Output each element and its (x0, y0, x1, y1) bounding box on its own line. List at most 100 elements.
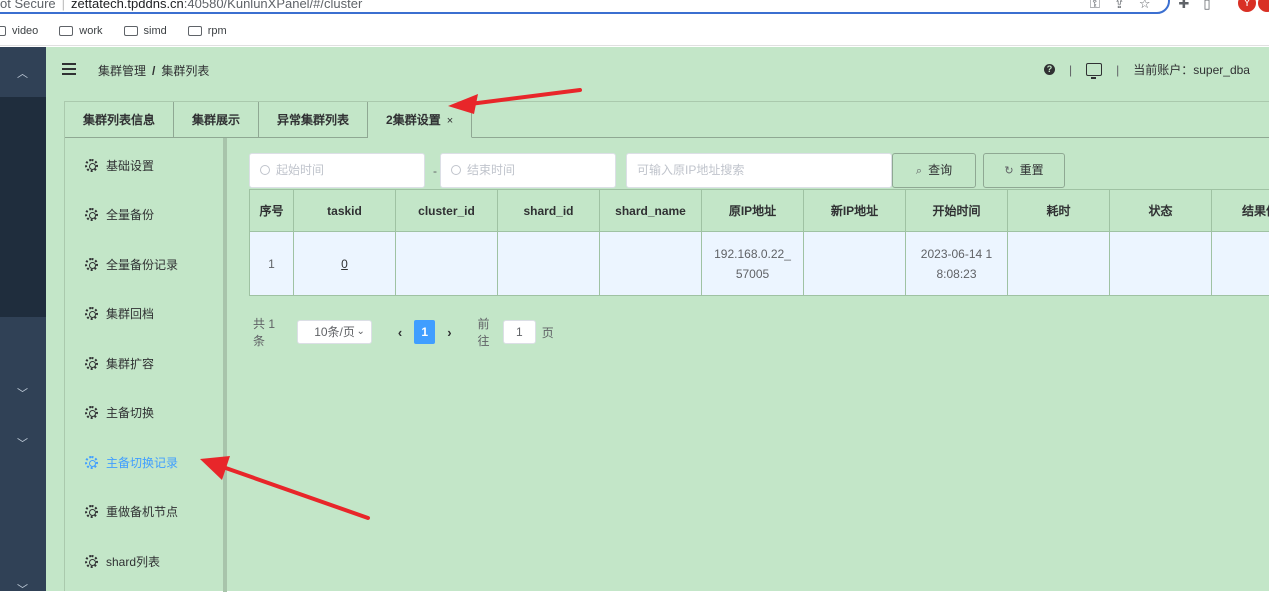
star-icon[interactable]: ☆ (1139, 0, 1151, 12)
menu-item-basic-settings[interactable]: 基础设置 (85, 155, 154, 175)
page-size-select[interactable]: 10条/页⌄ (297, 320, 372, 344)
gear-icon (85, 258, 98, 271)
col-header-cluster-id[interactable]: cluster_id (396, 190, 498, 232)
table-row[interactable]: 1 0 192.168.0.22_ 57005 2023-06-14 1 8:0… (250, 232, 1269, 296)
clock-icon (451, 165, 461, 175)
col-header-taskid[interactable]: taskid (294, 190, 396, 232)
bookmark-rpm[interactable]: rpm (188, 25, 227, 37)
tab-cluster-display[interactable]: 集群展示 (174, 102, 259, 138)
menu-item-failover-records[interactable]: 主备切换记录 (85, 452, 178, 472)
chevron-down-icon[interactable]: ﹀ (17, 435, 28, 451)
gear-icon (85, 505, 98, 518)
navbar-right: ? | | 当前账户：super_dba (1044, 61, 1250, 78)
extensions-icon[interactable]: ✚ (1178, 0, 1189, 12)
goto-page-input[interactable]: 1 (503, 320, 536, 344)
help-icon[interactable]: ? (1044, 64, 1055, 75)
col-header-result[interactable]: 结果信 (1212, 190, 1269, 232)
monitor-icon[interactable] (1086, 63, 1102, 76)
col-header-new-ip[interactable]: 新IP地址 (804, 190, 906, 232)
ip-search-input[interactable]: 可输入原IP地址搜索 (626, 153, 892, 188)
security-label: ot Secure (0, 0, 56, 11)
col-header-duration[interactable]: 耗时 (1008, 190, 1110, 232)
cell-taskid: 0 (294, 232, 396, 296)
col-header-shard-id[interactable]: shard_id (498, 190, 600, 232)
bookmark-simd[interactable]: simd (124, 25, 167, 37)
breadcrumb: 集群管理/集群列表 (98, 62, 209, 79)
folder-icon (124, 26, 138, 36)
menu-item-full-backup-records[interactable]: 全量备份记录 (85, 254, 178, 274)
records-table: 序号 taskid cluster_id shard_id shard_name… (249, 189, 1269, 296)
cell-start-time: 2023-06-14 1 8:08:23 (906, 232, 1008, 296)
cell-index: 1 (250, 232, 294, 296)
next-page-icon[interactable]: › (447, 325, 451, 340)
profile-avatar[interactable]: Y (1238, 0, 1256, 12)
search-icon: ⌕ (916, 155, 922, 188)
browser-address-bar[interactable]: ot Secure|zettatech.tpddns.cn:40580/Kunl… (0, 0, 1269, 17)
menu-item-shard-list[interactable]: shard列表 (85, 551, 160, 571)
bookmark-video[interactable]: video (0, 25, 38, 37)
refresh-icon: ↻ (1004, 155, 1013, 188)
folder-icon (0, 26, 6, 36)
bookmarks-bar: video work simd rpm (0, 17, 1269, 46)
prev-page-icon[interactable]: ‹ (398, 325, 402, 340)
sidepanel-icon[interactable]: ▯ (1203, 0, 1210, 12)
gear-icon (85, 357, 98, 370)
cell-status (1110, 232, 1212, 296)
col-header-status[interactable]: 状态 (1110, 190, 1212, 232)
range-separator: - (433, 164, 437, 178)
chevron-up-icon[interactable]: ︿ (17, 65, 28, 81)
total-count: 共 1 条 (253, 315, 283, 349)
key-icon[interactable]: ⚿ (1090, 0, 1100, 12)
navbar: 集群管理/集群列表 ? | | 当前账户：super_dba (46, 47, 1269, 92)
chevron-down-icon[interactable]: ﹀ (17, 581, 28, 597)
breadcrumb-current: 集群列表 (161, 64, 209, 78)
url-host: zettatech.tpddns.cn (71, 0, 184, 11)
menu-item-rebuild-replica[interactable]: 重做备机节点 (85, 501, 178, 521)
menu-item-failover[interactable]: 主备切换 (85, 402, 154, 422)
folder-icon (59, 26, 73, 36)
cell-new-ip (804, 232, 906, 296)
settings-menu: 基础设置 全量备份 全量备份记录 集群回档 集群扩容 主备切换 主备切换记录 重… (65, 138, 227, 592)
search-button[interactable]: ⌕查询 (892, 153, 976, 188)
col-header-start-time[interactable]: 开始时间 (906, 190, 1008, 232)
gear-icon (85, 159, 98, 172)
chevron-down-icon[interactable]: ﹀ (17, 385, 28, 401)
cell-orig-ip: 192.168.0.22_ 57005 (702, 232, 804, 296)
profile-badge[interactable] (1258, 0, 1269, 12)
gear-icon (85, 555, 98, 568)
clock-icon (260, 165, 270, 175)
col-header-shard-name[interactable]: shard_name (600, 190, 702, 232)
chevron-down-icon: ⌄ (356, 321, 364, 343)
account-label: 当前账户：super_dba (1133, 61, 1250, 78)
gear-icon (85, 456, 98, 469)
cell-result (1212, 232, 1269, 296)
main-area: 集群管理/集群列表 ? | | 当前账户：super_dba 集群列表信息 集群… (46, 47, 1269, 591)
cell-shard-id (498, 232, 600, 296)
app-sidebar: ︿ ﹀ ﹀ ﹀ (0, 47, 46, 591)
table-header-row: 序号 taskid cluster_id shard_id shard_name… (250, 190, 1269, 232)
pagination: 共 1 条 10条/页⌄ ‹ 1 › 前往 1 页 (253, 315, 554, 349)
breadcrumb-parent[interactable]: 集群管理 (98, 64, 146, 78)
tab-abnormal-clusters[interactable]: 异常集群列表 (259, 102, 368, 138)
share-icon[interactable]: ⇪ (1114, 0, 1125, 12)
close-icon[interactable]: × (447, 115, 453, 127)
page-unit-label: 页 (542, 324, 554, 341)
menu-item-full-backup[interactable]: 全量备份 (85, 204, 154, 224)
menu-toggle-icon[interactable] (62, 63, 76, 75)
tab-cluster-list-info[interactable]: 集群列表信息 (65, 102, 174, 138)
menu-item-cluster-rollback[interactable]: 集群回档 (85, 303, 154, 323)
col-header-index: 序号 (250, 190, 294, 232)
tab-cluster-settings[interactable]: 2集群设置× (368, 102, 472, 138)
col-header-orig-ip[interactable]: 原IP地址 (702, 190, 804, 232)
goto-label: 前往 (478, 315, 497, 349)
cell-duration (1008, 232, 1110, 296)
menu-item-cluster-expand[interactable]: 集群扩容 (85, 353, 154, 373)
page-number-current[interactable]: 1 (414, 320, 435, 344)
url-text[interactable]: ot Secure|zettatech.tpddns.cn:40580/Kunl… (0, 0, 362, 11)
cell-shard-name (600, 232, 702, 296)
bookmark-work[interactable]: work (59, 25, 102, 37)
url-path: :40580/KunlunXPanel/#/cluster (184, 0, 363, 11)
start-time-input[interactable]: 起始时间 (249, 153, 425, 188)
reset-button[interactable]: ↻重置 (983, 153, 1065, 188)
end-time-input[interactable]: 结束时间 (440, 153, 616, 188)
